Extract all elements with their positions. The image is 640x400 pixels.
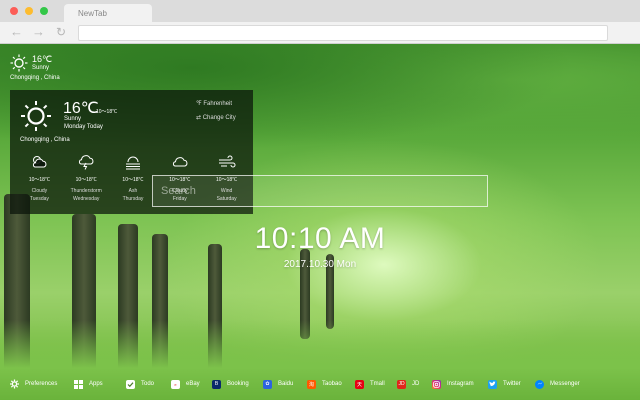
mini-condition: Sunny (32, 65, 50, 71)
thunderstorm-icon (63, 152, 110, 172)
booking-link[interactable]: B Booking (212, 378, 249, 390)
bottom-bar-label: eBay (186, 381, 200, 387)
change-city-button[interactable]: ⇄ Change City (196, 114, 236, 121)
cloudy-sun-icon (16, 152, 63, 172)
grid-icon (74, 379, 83, 389)
browser-toolbar: ← → ↻ (0, 22, 640, 44)
baidu-link[interactable]: ✿ Baidu (263, 378, 293, 390)
checkbox-icon (126, 379, 135, 389)
instagram-icon (432, 379, 441, 389)
forecast-weekday: Tuesday (29, 196, 49, 202)
forecast-range: 10～18℃ (75, 177, 97, 183)
forecast-weekday: Thursday (122, 196, 144, 202)
forecast-condition: Ash (128, 188, 138, 194)
window-maximize-button[interactable] (40, 7, 48, 15)
instagram-link[interactable]: Instagram (432, 378, 474, 390)
current-day: Monday Today (64, 124, 103, 130)
browser-titlebar: NewTab (0, 0, 640, 22)
bottom-bar-label: Taobao (322, 381, 342, 387)
forecast-condition: Thunderstorm (70, 188, 102, 194)
forecast-weekday: Wednesday (73, 196, 100, 202)
weather-location: Chongqing , China (20, 137, 70, 143)
taobao-link[interactable]: 淘 Taobao (307, 378, 342, 390)
baidu-icon: ✿ (263, 379, 272, 389)
messenger-link[interactable]: Messenger (535, 378, 580, 390)
bottom-bar-label: Messenger (550, 381, 580, 387)
twitter-icon (488, 379, 497, 389)
booking-icon: B (212, 379, 221, 389)
current-condition: Sunny (64, 116, 82, 122)
bottom-shortcut-bar: Preferences Apps Todo e eBay B Booking ✿… (0, 374, 640, 394)
twitter-link[interactable]: Twitter (488, 378, 521, 390)
cloud-icon (156, 152, 203, 172)
jd-icon: JD (397, 379, 406, 389)
forecast-condition: Cloudy (31, 188, 48, 194)
bottom-bar-label: Tmall (370, 381, 385, 387)
address-bar[interactable] (78, 25, 608, 41)
ebay-icon: e (171, 379, 180, 389)
forecast-day: 10～18℃ Cloudy Tuesday (16, 152, 63, 210)
fahrenheit-toggle[interactable]: ℉ Fahrenheit (196, 100, 232, 107)
mini-location: Chongqing , China (10, 75, 60, 81)
back-button[interactable]: ← (10, 25, 23, 39)
forecast-day: 10～18℃ Ash Thursday (110, 152, 157, 210)
todo-button[interactable]: Todo (126, 378, 154, 390)
ebay-link[interactable]: e eBay (171, 378, 200, 390)
gear-icon (10, 379, 19, 389)
wind-icon (203, 152, 250, 172)
reload-button[interactable]: ↻ (56, 25, 66, 39)
bottom-bar-label: Twitter (503, 381, 521, 387)
clock-time: 10:10 AM (254, 222, 386, 255)
bottom-bar-label: JD (412, 381, 420, 387)
bottom-bar-label: Todo (141, 381, 155, 387)
sun-icon (20, 100, 52, 137)
jd-link[interactable]: JD JD (397, 378, 419, 390)
clock-date: 2017.10.30 Mon (283, 259, 357, 270)
taobao-icon: 淘 (307, 379, 316, 389)
window-minimize-button[interactable] (25, 7, 33, 15)
tmall-link[interactable]: 天 Tmall (355, 378, 385, 390)
messenger-icon (535, 379, 544, 389)
forecast-range: 10～18℃ (28, 177, 50, 183)
bottom-bar-label: Preferences (25, 381, 58, 387)
mini-temperature: 16℃ (32, 54, 53, 64)
search-input[interactable] (153, 176, 487, 206)
preferences-button[interactable]: Preferences (10, 378, 57, 390)
bottom-bar-label: Apps (89, 381, 103, 387)
search-box (152, 175, 488, 207)
weather-mini-widget[interactable]: 16℃ Sunny Chongqing , China (10, 54, 70, 84)
window-close-button[interactable] (10, 7, 18, 15)
forecast-range: 10～18℃ (122, 177, 144, 183)
browser-tab[interactable]: NewTab (64, 4, 152, 22)
forward-button[interactable]: → (32, 25, 45, 39)
bottom-bar-label: Booking (227, 381, 249, 387)
tmall-icon: 天 (355, 379, 364, 389)
current-temperature: 16℃ (63, 100, 99, 117)
bottom-bar-label: Instagram (447, 381, 474, 387)
forecast-day: 10～18℃ Thunderstorm Wednesday (63, 152, 110, 210)
ash-icon (110, 152, 157, 172)
apps-button[interactable]: Apps (74, 378, 103, 390)
bottom-bar-label: Baidu (278, 381, 294, 387)
temperature-range: 10～18℃ (96, 109, 118, 115)
sun-icon (10, 54, 28, 77)
